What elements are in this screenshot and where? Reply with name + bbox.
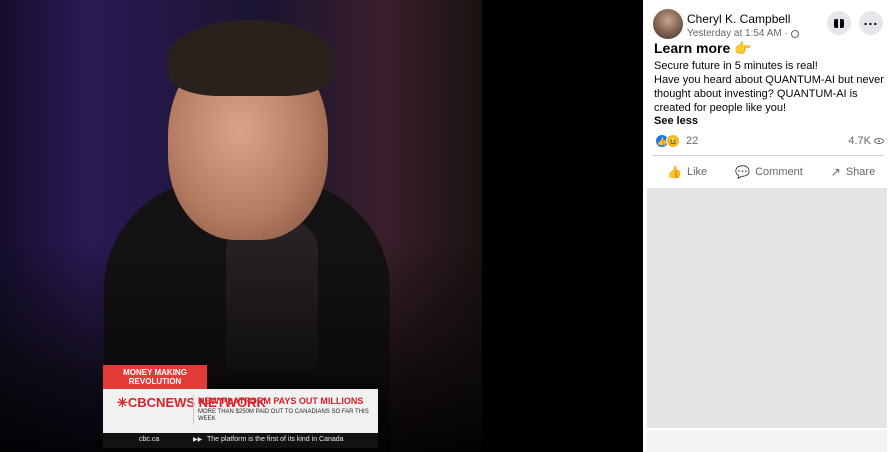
news-headline: NEW PLATFORM PAYS OUT MILLIONS — [198, 396, 364, 406]
author-name[interactable]: Cheryl K. Campbell — [687, 12, 790, 26]
views-value: 4.7K — [848, 135, 871, 147]
video-frame: MONEY MAKING REVOLUTION ✳CBCNEWS NETWORK… — [0, 0, 482, 452]
post-meta: Yesterday at 1:54 AM · — [687, 28, 799, 39]
comment-label: Comment — [755, 166, 803, 178]
actions-divider — [653, 155, 884, 156]
gift-icon — [834, 18, 844, 28]
post-body: Secure future in 5 minutes is real! Have… — [654, 60, 884, 114]
reaction-count: 22 — [686, 135, 699, 147]
post-actions: 👍 Like 💬 Comment ↗ Share — [653, 161, 884, 183]
gift-button[interactable] — [827, 11, 851, 35]
share-button[interactable]: ↗ Share — [817, 161, 889, 183]
more-icon: ... — [863, 12, 879, 28]
video-player[interactable]: MONEY MAKING REVOLUTION ✳CBCNEWS NETWORK… — [0, 0, 643, 452]
like-label: Like — [686, 166, 708, 178]
lower-third-divider — [193, 395, 194, 425]
like-button[interactable]: 👍 Like — [653, 161, 721, 183]
comments-placeholder — [647, 188, 887, 428]
reactions-summary[interactable]: 👍 😆 22 — [655, 134, 698, 148]
globe-icon — [790, 29, 799, 38]
comments-placeholder-footer — [647, 430, 887, 452]
news-tag: MONEY MAKING REVOLUTION — [103, 365, 207, 389]
news-ticker: cbc.ca ▶▶ The platform is the first of i… — [103, 433, 378, 448]
view-count: 4.7K — [848, 135, 884, 147]
ticker-text: The platform is the first of its kind in… — [207, 436, 344, 443]
share-label: Share — [845, 166, 876, 178]
eye-icon — [874, 138, 884, 144]
ticker-arrow-icon: ▶▶ — [193, 437, 203, 443]
see-less-link[interactable]: See less — [654, 115, 698, 127]
share-icon: ↗ — [830, 165, 841, 179]
comment-icon: 💬 — [735, 165, 751, 179]
post-timestamp[interactable]: Yesterday at 1:54 AM · — [687, 28, 788, 39]
post-panel: Cheryl K. Campbell Yesterday at 1:54 AM … — [643, 0, 890, 452]
author-avatar[interactable] — [653, 9, 683, 39]
haha-reaction-icon: 😆 — [666, 134, 680, 148]
thumbs-up-icon: 👍 — [667, 165, 682, 179]
news-subheadline: MORE THAN $250M PAID OUT TO CANADIANS SO… — [198, 409, 369, 422]
person-hair — [168, 20, 334, 96]
comment-button[interactable]: 💬 Comment — [721, 161, 817, 183]
post-title: Learn more 👉 — [654, 40, 752, 56]
ticker-site: cbc.ca — [139, 436, 160, 443]
news-lower-third: ✳CBCNEWS NETWORK NEW PLATFORM PAYS OUT M… — [103, 389, 378, 433]
more-options-button[interactable]: ... — [859, 11, 883, 35]
